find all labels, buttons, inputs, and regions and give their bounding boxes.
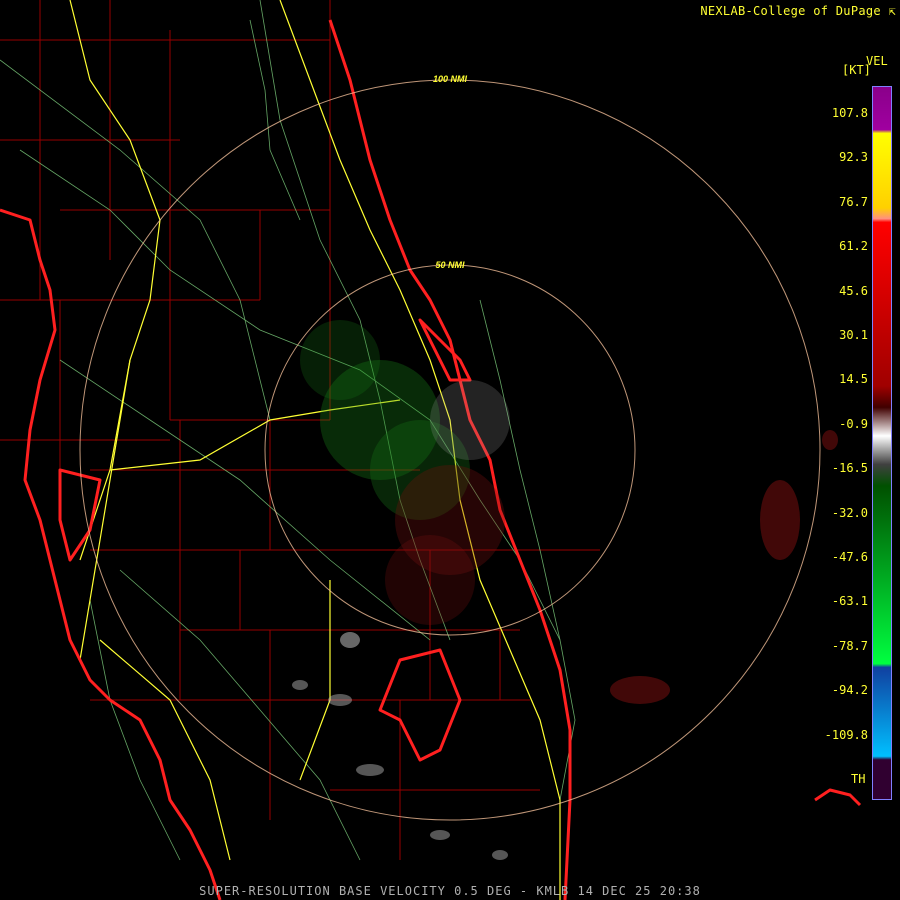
legend-th-label: TH [851, 772, 866, 786]
scale-label: -78.7 [831, 638, 868, 653]
velocity-color-scale [872, 86, 892, 800]
scale-label: -16.5 [831, 461, 868, 476]
scale-label: 92.3 [839, 150, 868, 165]
range-ring-label-100: 100 NMI [433, 74, 468, 84]
county-lines [0, 0, 600, 860]
scale-label: -94.2 [831, 683, 868, 698]
scale-label: 107.8 [831, 106, 868, 120]
scale-label: -63.1 [831, 594, 868, 609]
scale-label: -32.0 [831, 505, 868, 520]
velocity-returns [292, 320, 838, 860]
legend-units: [KT] [842, 63, 871, 77]
scale-label: 61.2 [839, 239, 868, 254]
scale-label: -0.9 [839, 416, 868, 431]
scale-label: -47.6 [831, 550, 868, 564]
radar-map: 100 NMI 50 NMI [0, 0, 862, 900]
credit-label: NEXLAB-College of DuPage ⇱ [700, 4, 896, 18]
scale-label: 76.7 [839, 194, 868, 209]
credit-text: NEXLAB-College of DuPage [700, 4, 881, 18]
scale-label: 45.6 [839, 283, 868, 298]
corner-icon: ⇱ [888, 4, 896, 18]
scale-label: -109.8 [824, 727, 868, 742]
scale-label: 14.5 [839, 372, 868, 387]
range-ring-label-50: 50 NMI [435, 260, 465, 270]
product-footer: SUPER-RESOLUTION BASE VELOCITY 0.5 DEG -… [199, 884, 701, 898]
scale-label: 30.1 [839, 328, 868, 342]
